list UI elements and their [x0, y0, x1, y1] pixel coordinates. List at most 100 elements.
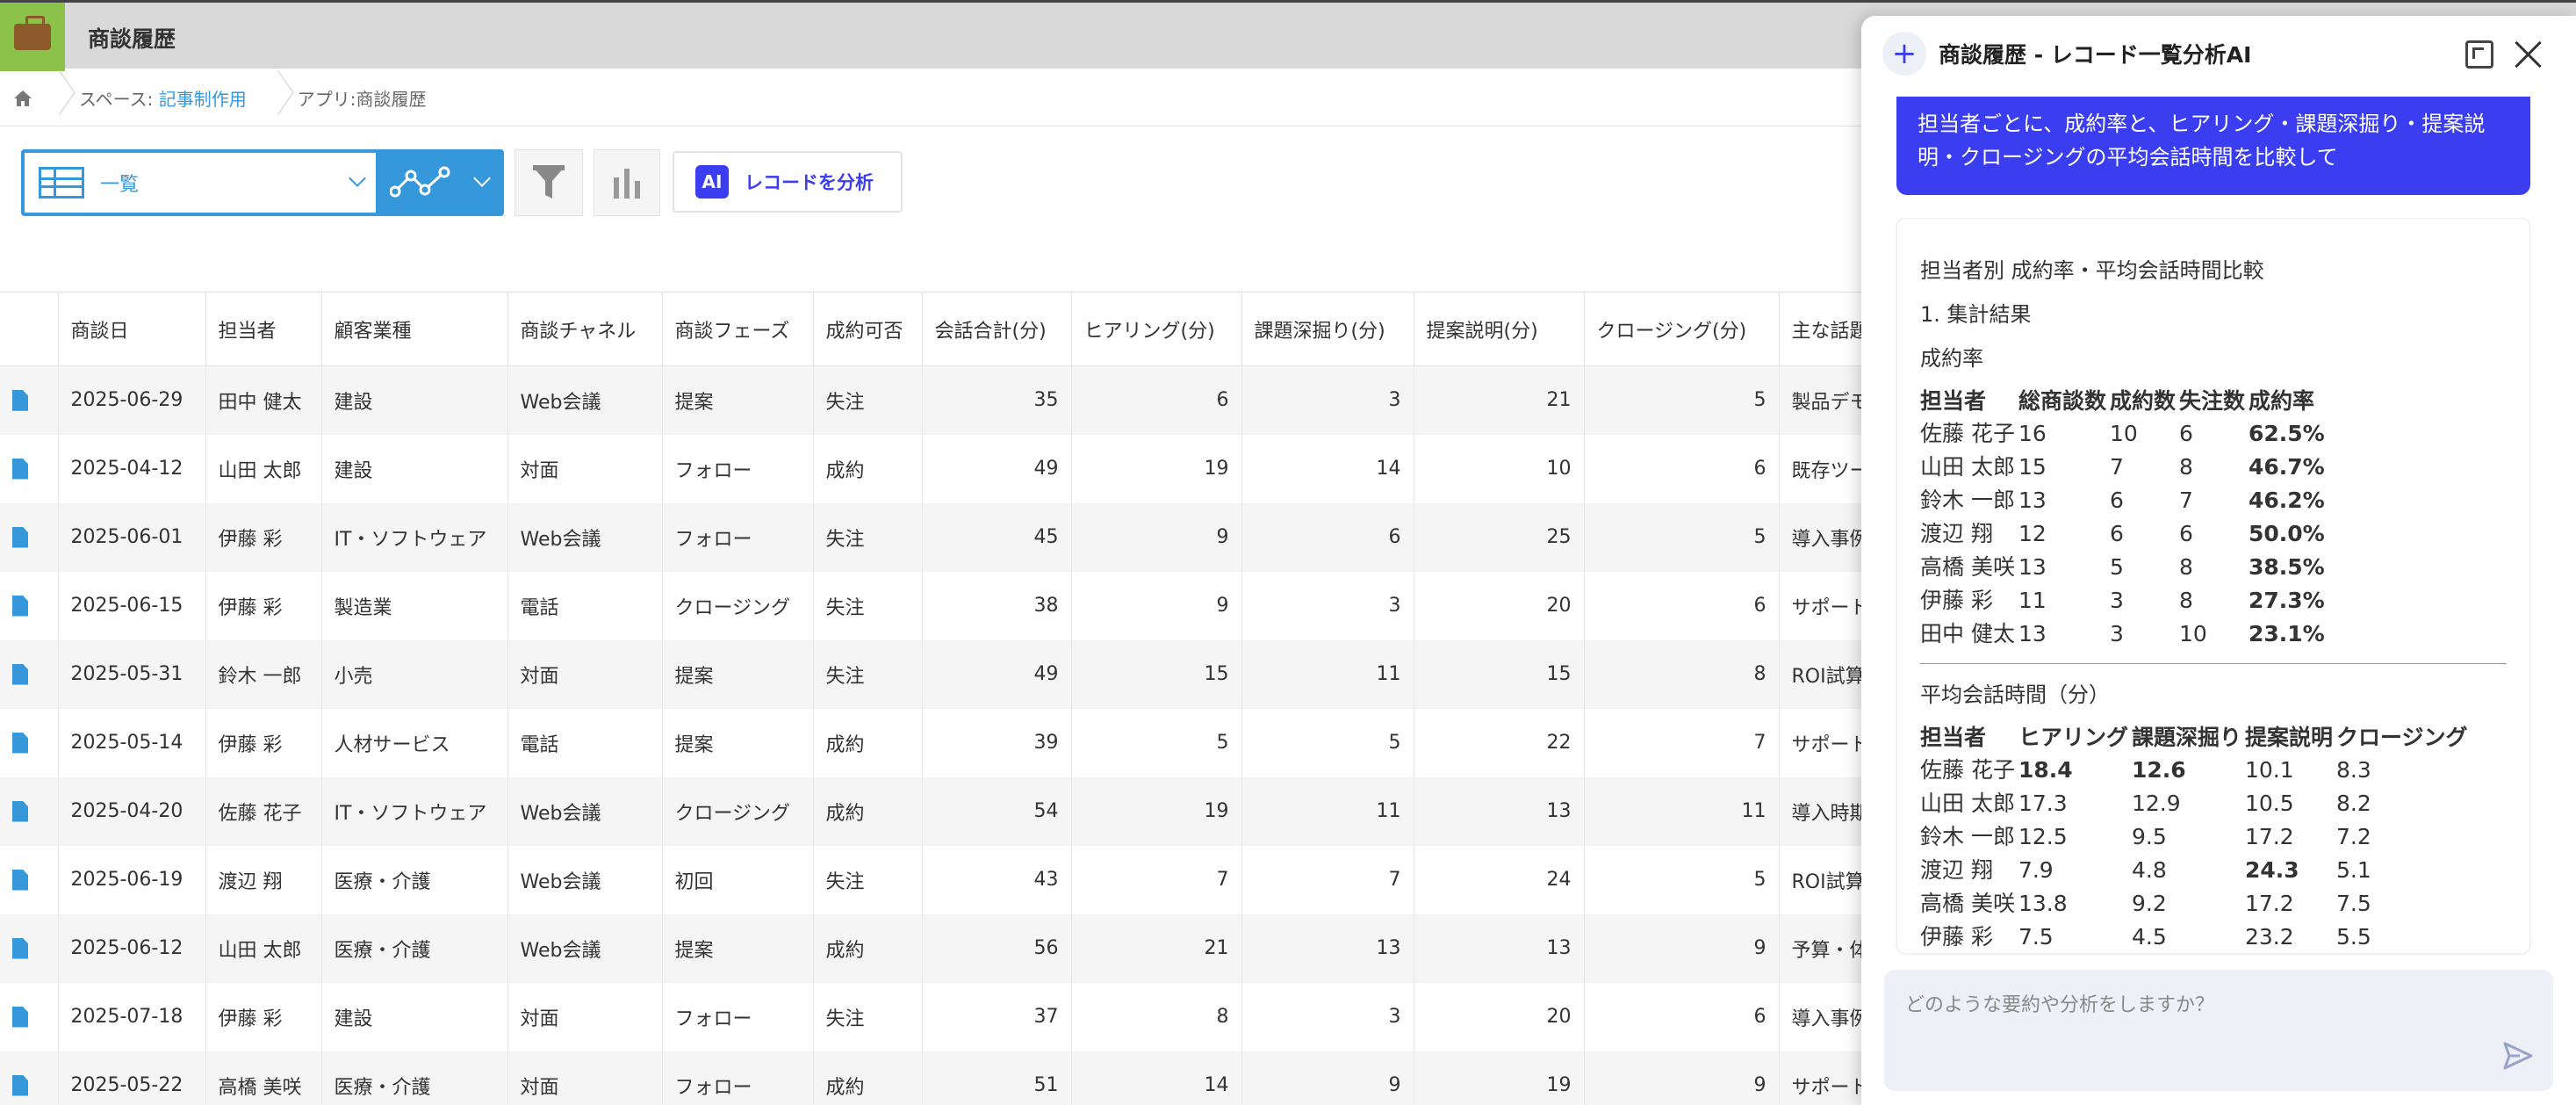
table-row[interactable]: 2025-05-31 鈴木 一郎 小売 対面 提案 失注 49 15 11 15 8 ROI試算の [0, 639, 1902, 709]
summary-cell: 5.5 [2336, 924, 2371, 950]
table-row[interactable]: 2025-05-14 伊藤 彩人材サービス 電話 提案 成約 39 5 5 22 7 サポート体 [0, 708, 1902, 777]
table-header-row: 商談日 担当者 顧客業種 商談チャネル 商談フェーズ 成約可否 会話合計(分) … [0, 292, 1902, 366]
column-header[interactable]: ヒアリング(分) [1071, 292, 1242, 366]
document-icon[interactable] [12, 389, 28, 411]
table-cell: 7 [1584, 708, 1780, 777]
breadcrumb-space: スペース: 記事制作用 [67, 85, 264, 111]
table-row[interactable]: 2025-07-18 伊藤 彩建設 対面 フォロー 失注 37 8 3 20 6 導入事例の [0, 982, 1902, 1051]
summary-cell: 62.5% [2249, 421, 2325, 446]
column-header[interactable]: 課題深掘り(分) [1241, 292, 1414, 366]
table-cell: 2025-05-31 [58, 639, 206, 709]
table-cell: 7 [1071, 845, 1242, 914]
summary-row: 山田 太郎 15 7 8 46.7% [1920, 451, 2328, 484]
summary-cell: 8.3 [2336, 757, 2371, 783]
user-message: 担当者ごとに、成約率と、ヒアリング・課題深掘り・提案説明・クロージングの平均会話… [1896, 97, 2530, 195]
document-icon[interactable] [12, 595, 28, 617]
column-header[interactable]: 商談チャネル [507, 292, 663, 366]
summary-cell: 10.1 [2244, 757, 2294, 783]
send-icon[interactable] [2502, 1040, 2534, 1072]
briefcase-icon[interactable] [0, 3, 65, 71]
table-row[interactable]: 2025-04-20 佐藤 花子 IT・ソフトウェア Web会議 クロージング 成約 54 1… [0, 776, 1902, 846]
column-header[interactable]: 商談フェーズ [662, 292, 814, 366]
table-cell: 37 [922, 982, 1072, 1051]
table-cell: 8 [1584, 639, 1780, 709]
table-cell: 2025-07-18 [58, 982, 206, 1051]
close-icon[interactable] [2513, 39, 2544, 70]
table-cell: 山田 太郎 [205, 434, 322, 503]
column-header[interactable]: クロージング(分) [1584, 292, 1780, 366]
column-header[interactable]: 提案説明(分) [1414, 292, 1585, 366]
document-icon[interactable] [12, 937, 28, 959]
home-icon[interactable] [0, 90, 46, 107]
table-cell: 6 [1584, 571, 1780, 640]
filter-button[interactable] [514, 149, 583, 216]
table-cell: 11 [1241, 639, 1414, 709]
summary-cell: 6 [2178, 521, 2193, 546]
analyze-records-button[interactable]: AI レコードを分析 [673, 151, 903, 213]
table-cell: 38 [922, 571, 1072, 640]
summary-cell: 4.8 [2131, 857, 2167, 883]
table-row[interactable]: 2025-06-29 田中 健太 建設 Web会議 提案 失注 35 6 3 21 5 製品デモ [0, 365, 1902, 435]
table-cell: 3 [1241, 571, 1414, 640]
table-cell-icon [0, 502, 59, 572]
plus-icon[interactable]: + [1882, 32, 1926, 76]
summary-cell: 27.3% [2249, 588, 2325, 613]
table-row[interactable]: 2025-06-15 伊藤 彩製造業 電話 クロージング 失注 38 9 3 20 6 サポート体 [0, 571, 1902, 640]
table-cell: 11 [1584, 776, 1780, 846]
table-cell: 2025-06-15 [58, 571, 206, 640]
table-row[interactable]: 2025-06-01 伊藤 彩 IT・ソフトウェア Web会議 フォロー 失注 45 9 6 25… [0, 502, 1902, 572]
table-row[interactable]: 2025-06-19 渡辺 翔医療・介護 Web会議 初回 失注 43 7 7 24 5 ROI試算… [0, 845, 1902, 914]
column-header[interactable]: 成約可否 [813, 292, 923, 366]
summary-column-header: 成約数 [2109, 388, 2176, 414]
document-icon[interactable] [12, 869, 28, 891]
prompt-input[interactable] [1905, 987, 2485, 1022]
summary-cell: 8 [2178, 454, 2193, 480]
table-icon [39, 167, 84, 199]
table-cell: 提案 [662, 708, 814, 777]
summary-cell: 7 [2178, 488, 2193, 513]
table-cell: 5 [1241, 708, 1414, 777]
breadcrumb-space-link[interactable]: 記事制作用 [159, 89, 247, 110]
document-icon[interactable] [12, 458, 28, 480]
table-row[interactable]: 2025-05-22 高橋 美咲 医療・介護 対面 フォロー 成約 51 14 9 19 9 サポート… [0, 1051, 1902, 1105]
table-cell: 5 [1071, 708, 1242, 777]
table-row[interactable]: 2025-04-12 山田 太郎 建設 対面 フォロー 成約 49 19 14 10 6 既存ツール [0, 434, 1902, 503]
document-icon[interactable] [12, 526, 28, 548]
graph-button[interactable] [594, 149, 660, 216]
table-cell: 渡辺 翔 [205, 845, 322, 914]
document-icon[interactable] [12, 1006, 28, 1028]
view-dropdown[interactable]: 一覧 [25, 153, 376, 213]
table-cell-icon [0, 914, 59, 983]
table-cell: 19 [1071, 776, 1242, 846]
table-cell: 医療・介護 [321, 914, 508, 983]
table-cell: 小売 [321, 639, 508, 709]
summary-cell: 16 [2018, 421, 2047, 446]
summary-cell: 鈴木 一郎 [1920, 488, 2015, 513]
summary-cell: 46.7% [2249, 454, 2325, 480]
document-icon[interactable] [12, 800, 28, 822]
line-chart-icon [390, 166, 450, 198]
table-cell: 22 [1414, 708, 1585, 777]
table-cell: Web会議 [507, 914, 663, 983]
column-header[interactable]: 顧客業種 [321, 292, 508, 366]
answer-section-heading: 1. 集計結果 [1920, 302, 2032, 327]
table-cell: 14 [1241, 434, 1414, 503]
table-cell: 2025-05-22 [58, 1051, 206, 1105]
column-header[interactable]: 担当者 [205, 292, 322, 366]
summary-cell: 3 [2109, 621, 2124, 646]
summary-cell: 12.5 [2018, 824, 2068, 849]
summary-row: 田中 健太 13 3 10 23.1% [1920, 618, 2328, 651]
summary-cell: 17.3 [2018, 791, 2068, 816]
summary-cell: 7.9 [2018, 857, 2054, 883]
document-icon[interactable] [12, 1074, 28, 1096]
table-cell: IT・ソフトウェア [321, 502, 508, 572]
table-row[interactable]: 2025-06-12 山田 太郎 医療・介護 Web会議 提案 成約 56 21 13 13 9 予算… [0, 914, 1902, 983]
expand-icon[interactable] [2465, 40, 2493, 69]
document-icon[interactable] [12, 732, 28, 754]
graph-dropdown[interactable] [381, 153, 500, 213]
table-cell: 医療・介護 [321, 1051, 508, 1105]
column-header[interactable]: 商談日 [58, 292, 206, 366]
table-cell: 電話 [507, 571, 663, 640]
document-icon[interactable] [12, 663, 28, 685]
column-header[interactable]: 会話合計(分) [922, 292, 1072, 366]
